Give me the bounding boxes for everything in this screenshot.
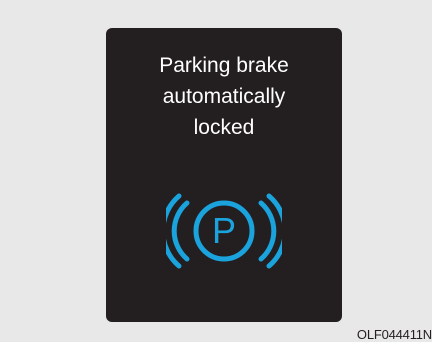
parking-brake-icon-letter: P xyxy=(212,210,236,251)
warning-message-line-3: locked xyxy=(193,116,255,139)
parking-brake-icon: P xyxy=(166,193,282,269)
warning-message-line-1: Parking brake xyxy=(159,54,289,77)
cluster-warning-popup: Parking brake automatically locked P xyxy=(106,28,342,322)
screenshot-stage: Parking brake automatically locked P OLF… xyxy=(0,0,432,342)
warning-message-line-2: automatically xyxy=(162,85,286,108)
parking-brake-icon-right-arc-inner xyxy=(258,200,277,262)
figure-code: OLF044411N xyxy=(356,327,432,342)
parking-brake-icon-left-arc-inner xyxy=(171,200,190,262)
warning-message: Parking brake automatically locked xyxy=(106,50,342,143)
